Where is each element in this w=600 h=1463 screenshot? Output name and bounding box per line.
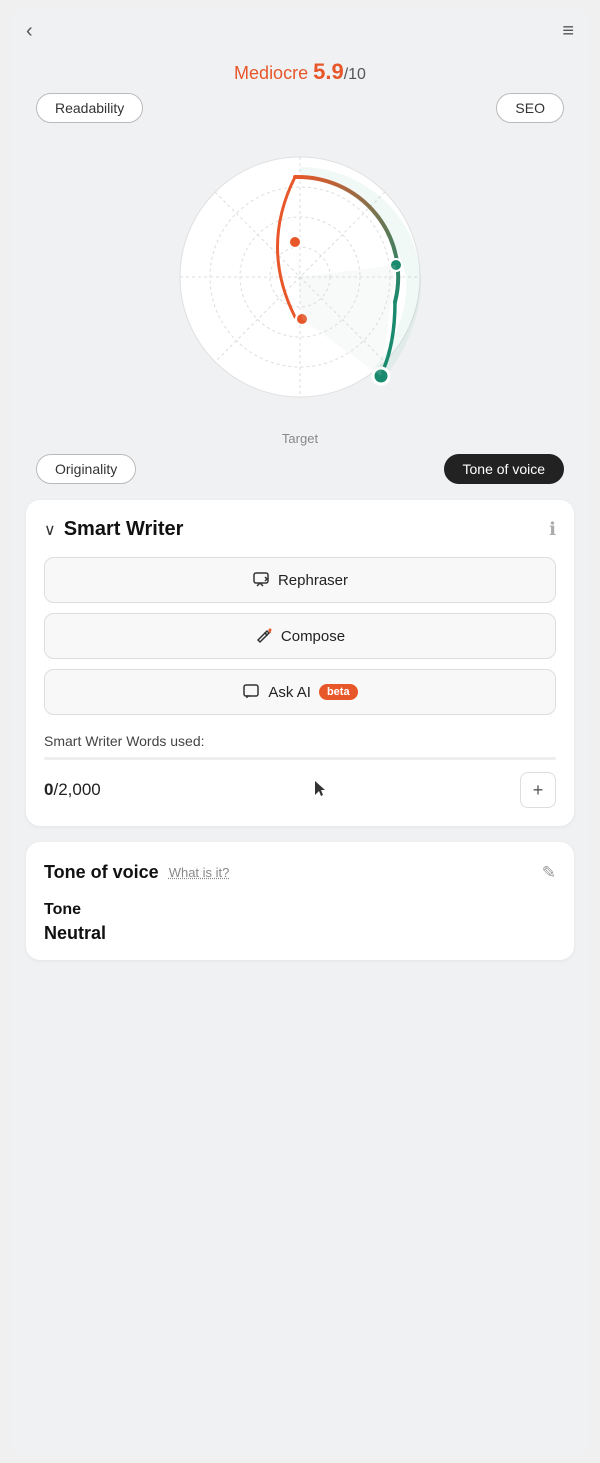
words-used-section: Smart Writer Words used: 0/2,000 + [44, 733, 556, 808]
smart-writer-card: ∨ Smart Writer ℹ Rephraser Compose [26, 500, 574, 826]
tov-what-is-it[interactable]: What is it? [169, 865, 230, 880]
words-count-row: 0/2,000 + [44, 772, 556, 808]
smart-writer-title: Smart Writer [64, 518, 184, 541]
tov-title: Tone of voice [44, 862, 159, 883]
menu-button[interactable]: ≡ [562, 20, 574, 43]
compose-icon [255, 627, 273, 645]
words-used-label: Smart Writer Words used: [44, 733, 556, 749]
ask-ai-label: Ask AI [268, 684, 311, 701]
radar-container: Readability SEO [10, 93, 590, 484]
tov-header: Tone of voice What is it? ✎ [44, 862, 556, 883]
rephraser-button[interactable]: Rephraser [44, 557, 556, 603]
cursor-indicator [315, 781, 327, 799]
ask-ai-icon [242, 683, 260, 701]
score-section: Mediocre 5.9/10 [10, 55, 590, 93]
seo-button[interactable]: SEO [496, 93, 564, 123]
compose-button[interactable]: Compose [44, 613, 556, 659]
main-panel: ‹ ≡ Mediocre 5.9/10 Readability SEO [10, 8, 590, 1455]
header: ‹ ≡ [10, 8, 590, 55]
score-value: 5.9 [313, 59, 344, 84]
readability-button[interactable]: Readability [36, 93, 143, 123]
words-count: 0/2,000 [44, 780, 101, 800]
smart-writer-title-row: ∨ Smart Writer [44, 518, 183, 541]
originality-button[interactable]: Originality [36, 454, 136, 484]
score-label: Mediocre 5.9/10 [234, 63, 366, 83]
radar-chart [140, 127, 460, 427]
beta-badge: beta [319, 684, 358, 700]
words-progress-bar [44, 757, 556, 760]
score-label-text: Mediocre [234, 63, 308, 83]
tov-tone-label: Tone [44, 901, 556, 919]
tov-tone-value: Neutral [44, 923, 556, 944]
score-denom: /10 [344, 66, 366, 83]
tov-edit-icon[interactable]: ✎ [542, 863, 556, 883]
compose-label: Compose [281, 628, 345, 645]
ask-ai-button[interactable]: Ask AI beta [44, 669, 556, 715]
add-words-button[interactable]: + [520, 772, 556, 808]
radar-bottom-labels: Originality Tone of voice [26, 454, 574, 484]
radar-top-labels: Readability SEO [26, 93, 574, 123]
info-icon[interactable]: ℹ [549, 519, 556, 540]
tone-of-voice-section: Tone of voice What is it? ✎ Tone Neutral [26, 842, 574, 960]
words-total: 2,000 [58, 780, 101, 799]
smart-writer-chevron[interactable]: ∨ [44, 520, 56, 540]
radar-chart-wrap [26, 127, 574, 427]
smart-writer-header: ∨ Smart Writer ℹ [44, 518, 556, 541]
target-label: Target [26, 431, 574, 446]
rephraser-icon [252, 571, 270, 589]
back-button[interactable]: ‹ [26, 20, 33, 43]
rephraser-label: Rephraser [278, 572, 348, 589]
tone-of-voice-button[interactable]: Tone of voice [444, 454, 565, 484]
